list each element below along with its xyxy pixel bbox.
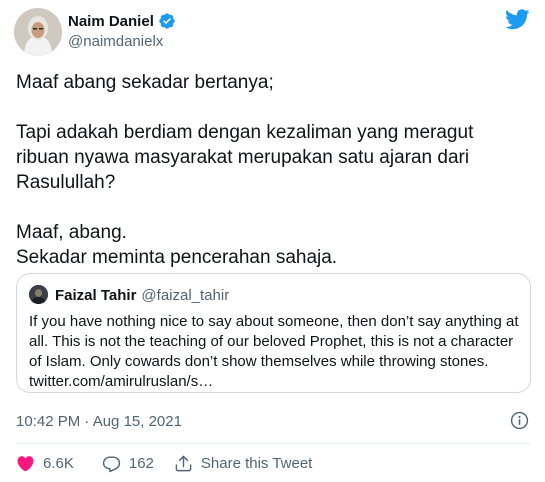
like-button[interactable]: 6.6K <box>16 454 74 473</box>
heart-icon <box>17 455 34 471</box>
share-icon <box>175 455 192 471</box>
share-button[interactable]: Share this Tweet <box>174 454 312 473</box>
tweet-actions: 6.6K 162 Share this Tweet <box>16 452 312 474</box>
author-handle[interactable]: @naimdanielx <box>68 33 163 50</box>
verified-badge-icon <box>159 13 175 29</box>
tweet-paragraph: Tapi adakah berdiam dengan kezaliman yan… <box>16 122 474 193</box>
author-avatar[interactable] <box>14 8 62 56</box>
tweet-text: Maaf abang sekadar bertanya; Tapi adakah… <box>16 70 531 270</box>
twitter-bird-icon[interactable] <box>505 9 530 30</box>
tweet-timestamp[interactable]: 10:42 PM · Aug 15, 2021 <box>16 413 182 430</box>
tweet-card: Naim Daniel @naimdanielx Maaf abang seka… <box>0 0 545 482</box>
like-count: 6.6K <box>43 454 74 472</box>
tweet-paragraph: Maaf abang sekadar bertanya; <box>16 72 274 93</box>
divider <box>16 443 531 444</box>
quoted-tweet[interactable]: Faizal Tahir @faizal_tahir If you have n… <box>16 273 531 393</box>
quoted-author-avatar <box>29 285 48 304</box>
info-icon[interactable] <box>510 411 529 430</box>
quoted-tweet-text: If you have nothing nice to say about so… <box>29 313 519 390</box>
quoted-author-name: Faizal Tahir <box>55 287 137 304</box>
reply-button[interactable]: 162 <box>102 454 154 473</box>
tweet-paragraph: Sekadar meminta pencerahan sahaja. <box>16 247 338 268</box>
tweet-paragraph: Maaf, abang. <box>16 222 127 243</box>
quoted-author-handle: @faizal_tahir <box>141 287 230 304</box>
share-label: Share this Tweet <box>200 454 313 472</box>
author-name[interactable]: Naim Daniel <box>68 13 154 30</box>
reply-count: 162 <box>128 454 154 472</box>
reply-bubble-icon <box>102 455 120 472</box>
